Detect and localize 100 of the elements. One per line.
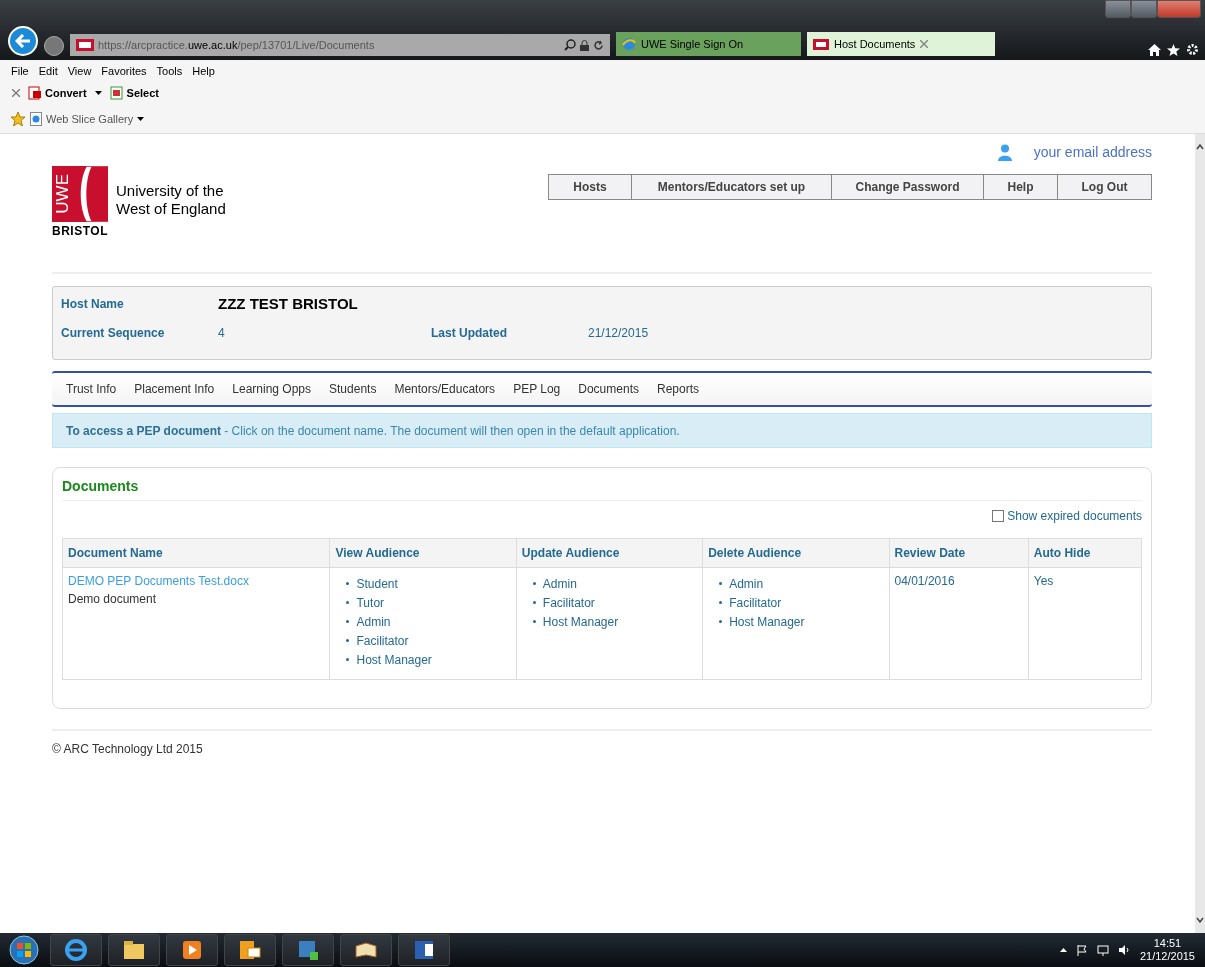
menu-item[interactable]: Tools (151, 65, 188, 77)
document-icon (109, 86, 124, 100)
section-title: Documents (62, 478, 1142, 501)
caret-icon (137, 116, 145, 121)
email-link[interactable]: your email address (1033, 144, 1152, 160)
field-value: 4 (218, 325, 226, 340)
network-icon[interactable] (1096, 944, 1109, 956)
browser-tab[interactable]: UWE Single Sign On (616, 32, 801, 56)
bullet-icon (346, 639, 350, 642)
windows-logo-icon (9, 935, 39, 965)
field-label: Current Sequence (61, 325, 166, 340)
caret-icon[interactable] (94, 91, 102, 95)
bullet-icon (346, 658, 350, 661)
nav-button[interactable]: Help (983, 175, 1057, 199)
minimize-button[interactable] (1105, 0, 1131, 18)
nav-button[interactable]: Log Out (1057, 175, 1151, 199)
copyright-text: © ARC Technology Ltd 2015 (52, 729, 1152, 756)
checkbox[interactable] (992, 510, 1005, 522)
taskbar-button[interactable] (282, 934, 334, 966)
arrow-left-icon (15, 34, 31, 48)
clock-date: 21/12/2015 (1139, 950, 1195, 963)
user-icon (997, 143, 1012, 161)
taskbar-button[interactable] (340, 934, 392, 966)
toolbar-button[interactable]: Convert (28, 86, 87, 100)
menu-item[interactable]: File (6, 65, 34, 77)
folder-icon (122, 938, 146, 962)
column-header: Auto Hide (1028, 538, 1142, 568)
close-icon[interactable] (12, 89, 20, 97)
nav-tab[interactable]: Documents (569, 382, 648, 396)
clock-time: 14:51 (1153, 937, 1182, 950)
host-name: ZZZ TEST BRISTOL (218, 295, 359, 312)
search-icon[interactable] (564, 39, 576, 51)
bullet-icon (532, 582, 536, 585)
table-cell: 04/01/2016 (889, 567, 1029, 680)
flag-icon[interactable] (1076, 944, 1087, 956)
back-button[interactable] (8, 26, 38, 56)
taskbar-button[interactable] (166, 934, 218, 966)
nav-tab[interactable]: PEP Log (504, 382, 570, 396)
scrollbar[interactable] (1195, 134, 1205, 933)
maximize-button[interactable] (1131, 0, 1157, 18)
bullet-icon (346, 620, 350, 623)
speaker-icon[interactable] (1118, 945, 1130, 955)
audience-item: Tutor (356, 595, 385, 610)
media-player-icon (180, 938, 204, 962)
logo-text: BRISTOL (52, 224, 108, 238)
home-icon[interactable] (1148, 43, 1161, 56)
column-header: View Audience (330, 538, 517, 568)
bullet-icon (346, 582, 350, 585)
site-logo-icon (76, 39, 94, 51)
audience-item: Admin (356, 614, 391, 629)
refresh-icon[interactable] (593, 39, 604, 51)
field-label: Host Name (61, 296, 125, 311)
address-bar[interactable]: https://arcpractice.uwe.ac.uk/pep/13701/Live/Documents (70, 34, 610, 56)
browser-icon (64, 938, 88, 962)
nav-tab[interactable]: Students (320, 382, 386, 396)
forward-button[interactable] (44, 36, 64, 56)
audience-item: Facilitator (729, 595, 782, 610)
bullet-icon (719, 582, 723, 585)
favorites-link[interactable]: Web Slice Gallery (30, 111, 145, 126)
document-description: Demo document (68, 592, 158, 606)
close-icon[interactable] (920, 40, 929, 48)
column-header: Delete Audience (702, 538, 889, 568)
audience-item: Facilitator (542, 595, 595, 610)
nav-button[interactable]: Mentors/Educators set up (631, 175, 831, 199)
nav-button[interactable]: Hosts (549, 175, 631, 199)
star-icon[interactable] (1167, 43, 1180, 56)
taskbar-button[interactable] (108, 934, 160, 966)
audience-item: Admin (729, 576, 764, 591)
taskbar-button[interactable] (224, 934, 276, 966)
nav-button[interactable]: Change Password (831, 175, 983, 199)
site-logo-icon (813, 38, 829, 50)
checkbox-label[interactable]: Show expired documents (1007, 509, 1142, 523)
browser-tab[interactable]: Host Documents (807, 32, 995, 56)
favorites-star-icon[interactable] (10, 111, 26, 126)
column-header: Update Audience (516, 538, 703, 568)
caret-up-icon[interactable] (1059, 948, 1067, 952)
bullet-icon (346, 601, 350, 604)
nav-tab[interactable]: Trust Info (57, 382, 126, 396)
audience-item: Admin (542, 576, 577, 591)
url-text: https://arcpractice.uwe.ac.uk/pep/13701/Live/Documents (98, 39, 376, 51)
menu-item[interactable]: View (62, 65, 97, 77)
audience-item: Host Manager (356, 652, 432, 667)
audience-item: Student (356, 576, 398, 591)
menu-item[interactable]: Edit (33, 65, 63, 77)
close-button[interactable] (1157, 0, 1201, 18)
taskbar-button[interactable] (398, 934, 450, 966)
toolbar-button[interactable]: Select (109, 86, 159, 100)
column-header: Review Date (889, 538, 1029, 568)
lock-icon (580, 39, 589, 51)
nav-tab[interactable]: Placement Info (125, 382, 224, 396)
nav-tab[interactable]: Reports (648, 382, 708, 396)
taskbar-button[interactable] (50, 934, 102, 966)
logo-text: UWE (53, 174, 73, 214)
nav-tab[interactable]: Mentors/Educators (385, 382, 505, 396)
field-label: Last Updated (431, 325, 508, 340)
word-processor-icon (412, 938, 436, 962)
menu-item[interactable]: Favorites (96, 65, 152, 77)
menu-item[interactable]: Help (187, 65, 220, 77)
nav-tab[interactable]: Learning Opps (223, 382, 321, 396)
clock[interactable]: 14:51 21/12/2015 (1139, 937, 1201, 963)
